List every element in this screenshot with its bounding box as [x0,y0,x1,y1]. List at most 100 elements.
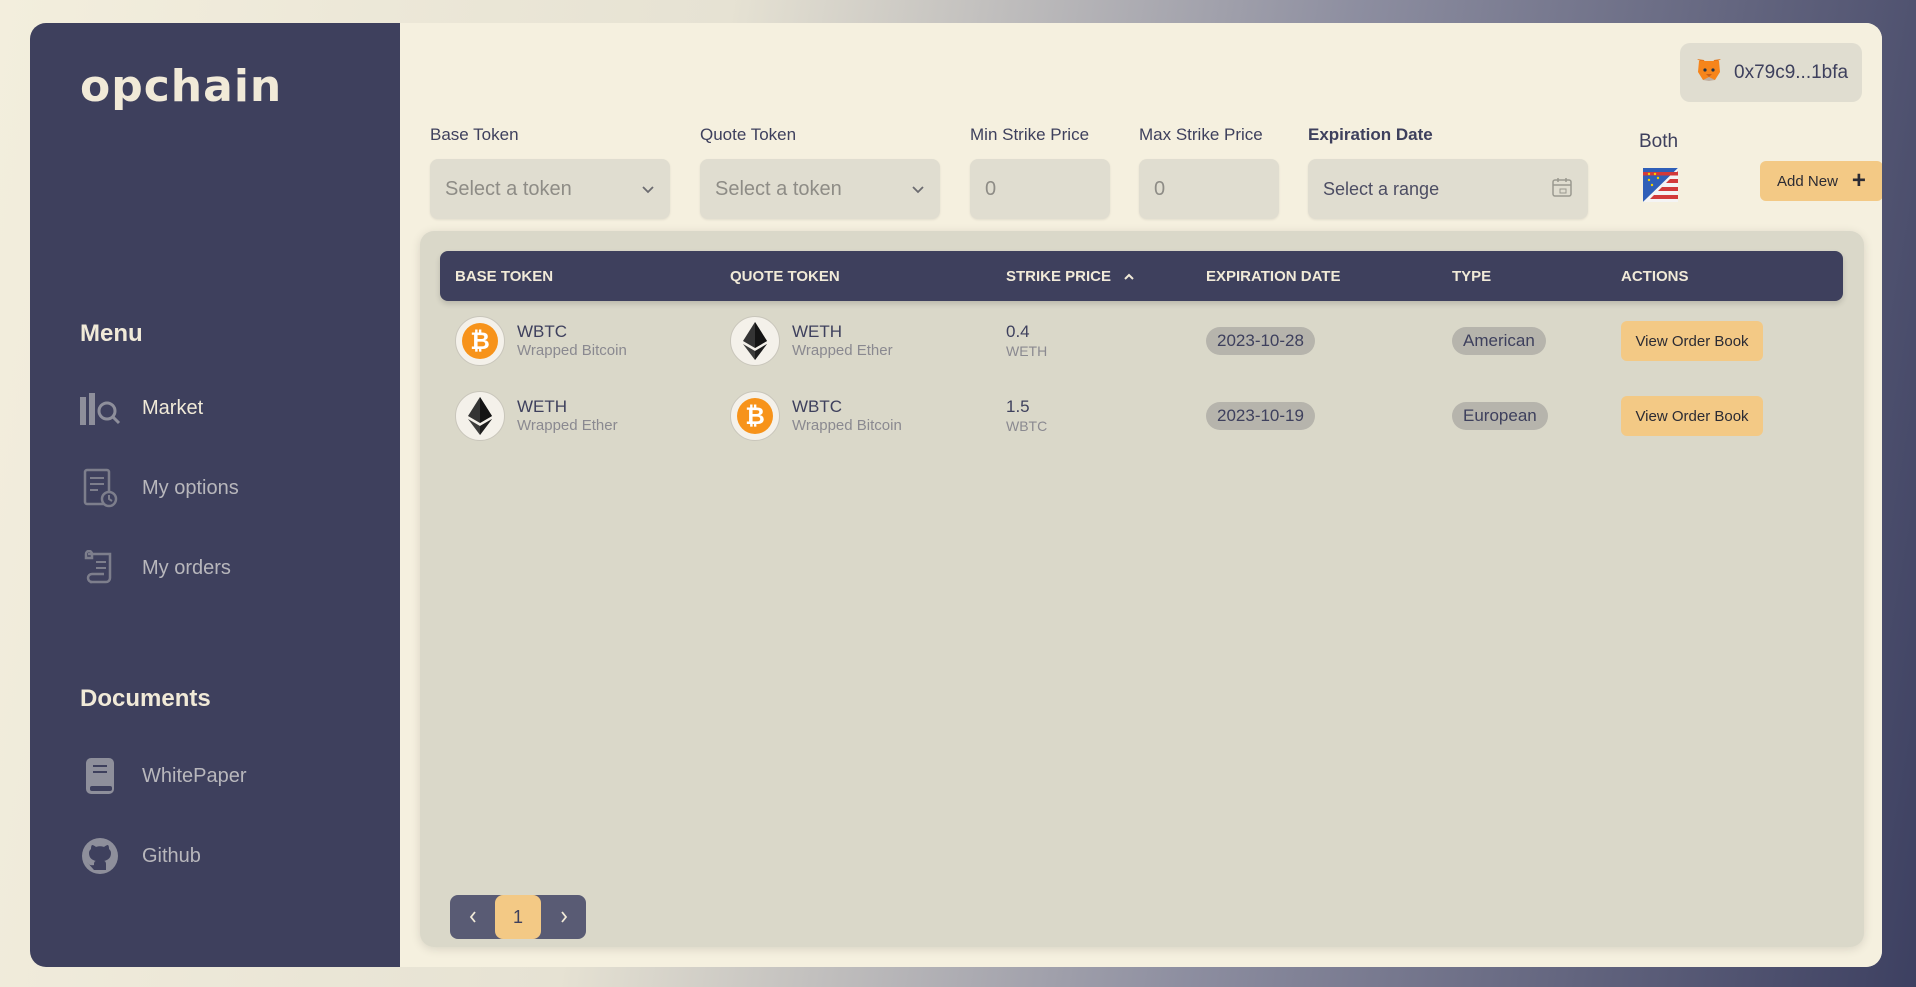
option-type-label: Both [1639,131,1679,152]
next-page-button[interactable] [541,895,586,939]
type-cell: European [1452,386,1548,446]
strike-value: 1.5 [1006,397,1030,417]
type-badge: European [1452,402,1548,430]
wallet-address: 0x79c9...1bfa [1734,61,1849,83]
chevron-down-icon [641,178,655,201]
sidebar-item-github[interactable]: Github [78,831,358,881]
sort-asc-icon [1123,268,1135,285]
base-token-cell: ₿ WBTC Wrapped Bitcoin [455,311,627,371]
prev-page-button[interactable] [450,895,495,939]
actions-cell: View Order Book [1621,386,1763,446]
expiration-label: Expiration Date [1308,125,1433,144]
sidebar-item-label: My options [142,476,239,499]
table-row[interactable]: WETH Wrapped Ether ₿ WBTC Wrapped Bitcoi… [440,386,1843,446]
token-name: Wrapped Bitcoin [517,342,627,360]
token-name: Wrapped Ether [517,417,618,435]
metamask-fox-icon [1696,58,1722,88]
min-strike-label: Min Strike Price [970,125,1090,144]
max-strike-filter: Max Strike Price 0 [1139,125,1279,219]
github-icon [78,834,122,878]
add-new-label: Add New [1777,172,1838,190]
token-symbol: WBTC [517,321,568,341]
quote-token-filter: Quote Token Select a token [700,125,940,219]
quote-token-label: Quote Token [700,125,797,144]
expiration-cell: 2023-10-19 [1206,386,1315,446]
chevron-right-icon [560,911,567,923]
expiration-range-picker[interactable]: Select a range [1308,159,1588,219]
bitcoin-icon: ₿ [730,391,780,441]
app-window: opchain Menu Market My options My orders… [30,23,1882,967]
sidebar-item-market[interactable]: Market [78,383,358,433]
min-strike-input[interactable]: 0 [970,159,1110,219]
wallet-button[interactable]: 0x79c9...1bfa [1680,43,1862,102]
sidebar-item-my-orders[interactable]: My orders [78,543,358,593]
header-strike-label: STRIKE PRICE [1006,268,1112,285]
sidebar-item-label: Market [142,396,204,419]
token-name: Wrapped Ether [792,342,893,360]
expiration-filter: Expiration Date Select a range [1308,125,1588,219]
chevron-left-icon [469,911,476,923]
token-name: Wrapped Bitcoin [792,417,902,435]
chevron-down-icon [911,178,925,201]
max-strike-input[interactable]: 0 [1139,159,1279,219]
eu-us-flag-icon[interactable] [1643,168,1678,202]
type-cell: American [1452,311,1546,371]
plus-icon: + [1851,167,1866,194]
quote-token-cell: ₿ WBTC Wrapped Bitcoin [730,386,902,446]
header-quote-token[interactable]: QUOTE TOKEN [730,268,840,285]
strike-cell: 1.5 WBTC [1006,386,1047,446]
documents-title: Documents [80,685,211,712]
actions-cell: View Order Book [1621,311,1763,371]
header-actions: ACTIONS [1621,268,1689,285]
header-base-token[interactable]: BASE TOKEN [455,268,553,285]
expiration-badge: 2023-10-28 [1206,327,1315,355]
header-strike-price[interactable]: STRIKE PRICE [1006,268,1135,285]
min-strike-value: 0 [985,177,997,200]
base-token-label: Base Token [430,125,519,144]
ethereum-icon [730,316,780,366]
header-type[interactable]: TYPE [1452,268,1491,285]
strike-unit: WETH [1006,342,1048,359]
strike-value: 0.4 [1006,322,1030,342]
document-clock-icon [78,466,122,510]
bitcoin-icon: ₿ [455,316,505,366]
max-strike-value: 0 [1154,177,1166,200]
sidebar: opchain Menu Market My options My orders… [30,23,400,967]
expiration-badge: 2023-10-19 [1206,402,1315,430]
view-order-book-button[interactable]: View Order Book [1621,321,1763,361]
expiration-cell: 2023-10-28 [1206,311,1315,371]
svg-text:₿: ₿ [745,402,765,430]
options-table-panel: BASE TOKEN QUOTE TOKEN STRIKE PRICE EXPI… [420,231,1864,947]
main-content: 0x79c9...1bfa Base Token Select a token … [400,23,1882,967]
table-header: BASE TOKEN QUOTE TOKEN STRIKE PRICE EXPI… [440,251,1843,301]
view-order-book-button[interactable]: View Order Book [1621,396,1763,436]
expiration-placeholder: Select a range [1323,178,1440,199]
sidebar-item-label: My orders [142,556,231,579]
quote-token-select[interactable]: Select a token [700,159,940,219]
base-token-cell: WETH Wrapped Ether [455,386,618,446]
ethereum-icon [455,391,505,441]
sidebar-item-label: Github [142,844,201,867]
quote-token-cell: WETH Wrapped Ether [730,311,893,371]
add-new-button[interactable]: Add New + [1760,161,1882,201]
book-icon [78,754,122,798]
strike-cell: 0.4 WETH [1006,311,1047,371]
token-symbol: WETH [517,396,568,416]
header-expiration-date[interactable]: EXPIRATION DATE [1206,268,1340,285]
base-token-select[interactable]: Select a token [430,159,670,219]
table-row[interactable]: ₿ WBTC Wrapped Bitcoin WETH Wrapped Ethe… [440,311,1843,371]
quote-token-placeholder: Select a token [715,177,842,200]
strike-unit: WBTC [1006,417,1048,434]
sidebar-item-label: WhitePaper [142,764,247,787]
token-symbol: WBTC [792,396,843,416]
page-button-current[interactable]: 1 [495,895,541,939]
logo[interactable]: opchain [80,61,282,112]
base-token-placeholder: Select a token [445,177,572,200]
sidebar-item-my-options[interactable]: My options [78,463,358,513]
max-strike-label: Max Strike Price [1139,125,1263,144]
menu-title: Menu [80,320,143,347]
base-token-filter: Base Token Select a token [430,125,670,219]
sidebar-item-whitepaper[interactable]: WhitePaper [78,751,358,801]
token-symbol: WETH [792,321,843,341]
calendar-icon [1551,176,1573,203]
